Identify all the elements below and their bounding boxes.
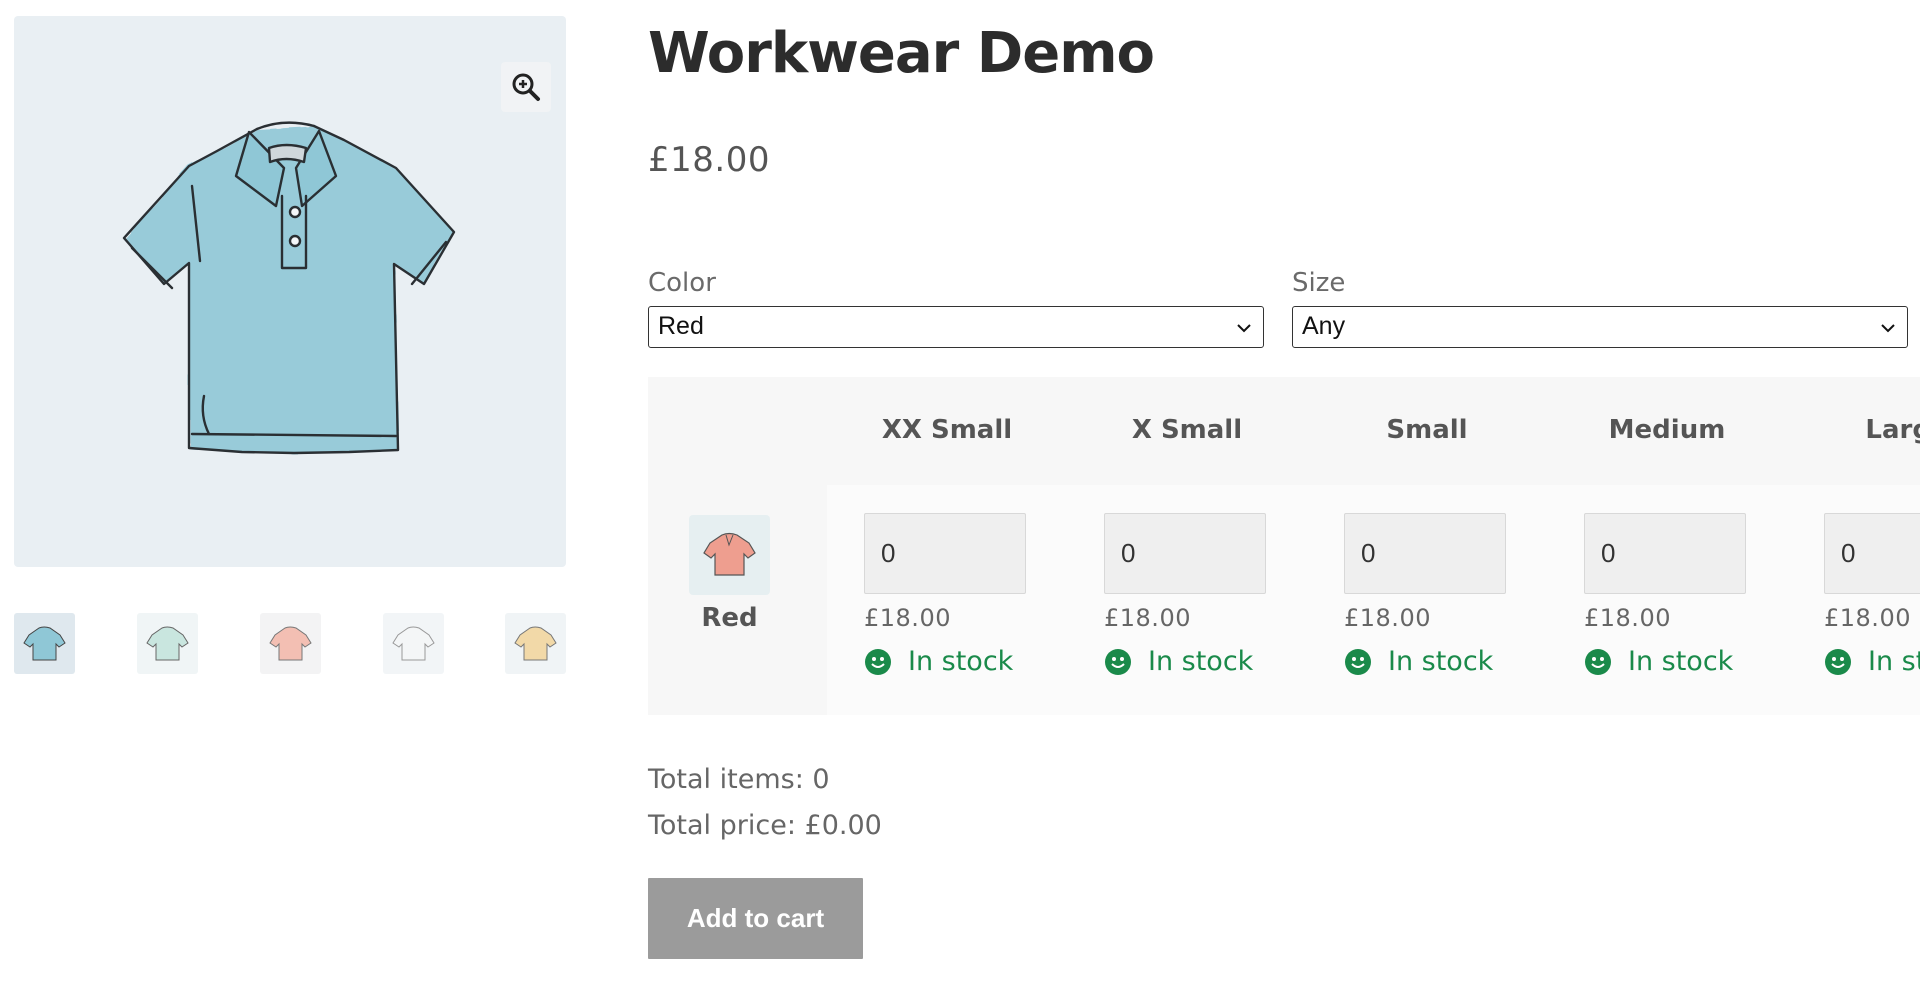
thumbnail-pink[interactable] — [260, 613, 321, 674]
quantity-input[interactable]: 0 — [1104, 513, 1266, 594]
stock-text: In stock — [1628, 646, 1734, 677]
size-column-header: Small — [1386, 415, 1468, 445]
grid-row-label: Red — [648, 377, 827, 715]
color-label: Color — [648, 268, 716, 298]
product-price: £18.00 — [648, 140, 770, 180]
smile-icon — [1825, 649, 1851, 675]
grid-column: XX Small 0 £18.00 In stock — [827, 377, 1067, 715]
thumbnail-white[interactable] — [383, 613, 444, 674]
thumbnail-strip — [14, 613, 566, 674]
variation-price: £18.00 — [864, 604, 951, 632]
quantity-input[interactable]: 0 — [864, 513, 1026, 594]
color-select[interactable]: Red — [648, 306, 1264, 348]
total-price: Total price: £0.00 — [648, 810, 882, 841]
shirt-thumb-icon — [137, 613, 198, 674]
stock-text: In stock — [908, 646, 1014, 677]
stock-status: In stock — [1104, 645, 1253, 679]
grid-column: X Small 0 £18.00 In stock — [1067, 377, 1307, 715]
shirt-thumb-icon — [383, 613, 444, 674]
zoom-in-icon — [512, 73, 540, 101]
shirt-thumb-icon — [260, 613, 321, 674]
size-label: Size — [1292, 268, 1346, 298]
thumbnail-mint[interactable] — [137, 613, 198, 674]
quantity-input[interactable]: 0 — [1824, 513, 1920, 594]
size-column-header: Large — [1865, 415, 1920, 445]
thumbnail-blue[interactable] — [14, 613, 75, 674]
row-swatch-image — [689, 515, 770, 595]
shirt-thumb-icon — [703, 532, 756, 576]
variation-price: £18.00 — [1584, 604, 1671, 632]
size-select[interactable]: Any — [1292, 306, 1908, 348]
variation-price: £18.00 — [1344, 604, 1431, 632]
stock-status: In stock — [1824, 645, 1920, 679]
add-to-cart-button[interactable]: Add to cart — [648, 878, 863, 959]
stock-text: In stock — [1388, 646, 1494, 677]
shirt-thumb-icon — [505, 613, 566, 674]
size-column-header: Medium — [1608, 415, 1726, 445]
shirt-thumb-icon — [14, 613, 75, 674]
grid-column: Medium 0 £18.00 In stock — [1547, 377, 1787, 715]
main-product-image[interactable] — [14, 16, 566, 567]
quantity-input[interactable]: 0 — [1584, 513, 1746, 594]
zoom-button[interactable] — [501, 62, 551, 112]
grid-column: Large 0 £18.00 In stock — [1787, 377, 1920, 715]
variation-price: £18.00 — [1104, 604, 1191, 632]
variation-grid: Red XX Small 0 £18.00 In stock X Small 0… — [648, 377, 1920, 715]
product-page: Workwear Demo £18.00 Color Red Size Any … — [0, 0, 1920, 981]
chevron-down-icon — [1237, 324, 1251, 333]
size-column-header: XX Small — [881, 415, 1013, 445]
stock-text: In stock — [1148, 646, 1254, 677]
thumbnail-yellow[interactable] — [505, 613, 566, 674]
stock-text: In stock — [1868, 646, 1920, 677]
chevron-down-icon — [1881, 324, 1895, 333]
size-select-value: Any — [1302, 312, 1346, 340]
polo-shirt-illustration — [122, 121, 456, 455]
stock-status: In stock — [864, 645, 1013, 679]
quantity-input[interactable]: 0 — [1344, 513, 1506, 594]
smile-icon — [1105, 649, 1131, 675]
stock-status: In stock — [1584, 645, 1733, 679]
size-column-header: X Small — [1131, 415, 1243, 445]
smile-icon — [865, 649, 891, 675]
grid-column: Small 0 £18.00 In stock — [1307, 377, 1547, 715]
color-select-value: Red — [658, 312, 704, 340]
total-items: Total items: 0 — [648, 764, 830, 795]
smile-icon — [1345, 649, 1371, 675]
smile-icon — [1585, 649, 1611, 675]
product-title: Workwear Demo — [648, 21, 1155, 86]
row-name: Red — [701, 603, 758, 633]
variation-price: £18.00 — [1824, 604, 1911, 632]
stock-status: In stock — [1344, 645, 1493, 679]
